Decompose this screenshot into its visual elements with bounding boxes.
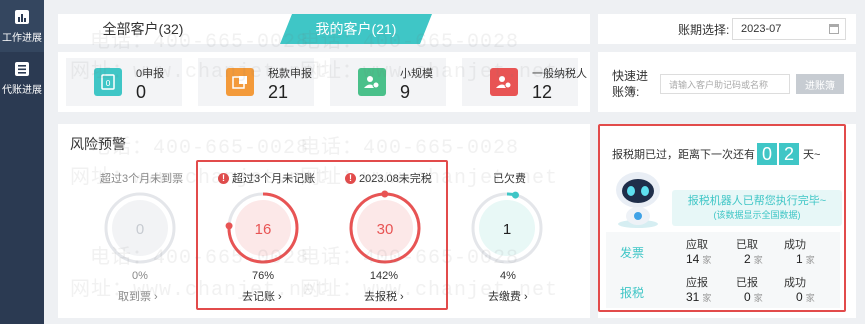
document-icon: 0 (94, 68, 122, 96)
period-label: 账期选择: (678, 22, 730, 37)
customer-tabs: 全部客户(32) 我的客户(21) (58, 14, 590, 44)
stat-value: 12 (532, 82, 553, 102)
period-value: 2023-07 (741, 23, 782, 35)
quick-entry-label: 快速进账簿: (612, 69, 649, 99)
gauge-0-percent: 0% (132, 270, 148, 282)
stat-value: 21 (268, 82, 289, 102)
stat-label: 0申报 (136, 68, 165, 80)
stat-label: 一般纳税人 (532, 68, 587, 80)
go-pay-link-label: 去缴费 (488, 291, 521, 303)
highlight-box-robot (598, 124, 846, 312)
stat-zero-declaration[interactable]: 0 0申报 0 (66, 58, 182, 106)
stat-small-scale[interactable]: 小规模 9 (330, 58, 446, 106)
left-nav: 工作进展 代账进展 (0, 0, 44, 324)
chart-icon (15, 9, 29, 24)
go-pay-link[interactable]: 去缴费 › (488, 288, 528, 304)
period-input[interactable]: 2023-07 (732, 18, 846, 40)
nav-item-label: 代账进展 (2, 84, 42, 96)
nav-item-work-progress[interactable]: 工作进展 (0, 0, 44, 52)
nav-item-accounting-progress[interactable]: 代账进展 (0, 52, 44, 104)
tab-my-customers[interactable]: 我的客户(21) (280, 14, 432, 44)
nav-item-label: 工作进展 (2, 32, 42, 44)
risk-title: 风险预警 (70, 136, 126, 152)
user-group-icon (490, 68, 518, 96)
gauge-0-title: 超过3个月未到票 (100, 173, 184, 185)
stat-label: 税款申报 (268, 68, 312, 80)
calendar-icon (829, 24, 839, 34)
stat-value: 0 (136, 82, 147, 102)
user-group-icon (358, 68, 386, 96)
stat-tax-declaration[interactable]: 税款申报 21 (198, 58, 314, 106)
get-invoice-link[interactable]: 取到票 › (118, 288, 158, 304)
highlight-box-risk (196, 160, 448, 310)
list-icon (15, 61, 29, 76)
gauge-3-title: 已欠费 (493, 173, 526, 185)
period-selector: 账期选择: 2023-07 (598, 14, 856, 44)
stat-label: 小规模 (400, 68, 433, 80)
stat-value: 9 (400, 82, 411, 102)
tab-all-customers[interactable]: 全部客户(32) (58, 14, 228, 44)
stats-bar: 0 0申报 0 税款申报 21 小规模 9 一般纳税人 12 (58, 52, 590, 112)
tax-form-icon (226, 68, 254, 96)
stat-general-taxpayer[interactable]: 一般纳税人 12 (462, 58, 587, 106)
svg-text:0: 0 (105, 79, 110, 88)
get-invoice-link-label: 取到票 (118, 291, 151, 303)
enter-ledger-button[interactable]: 进账簿 (796, 74, 844, 94)
customer-search-input[interactable]: 请输入客户助记码或名称 (660, 74, 790, 94)
gauge-3-percent: 4% (500, 270, 516, 282)
